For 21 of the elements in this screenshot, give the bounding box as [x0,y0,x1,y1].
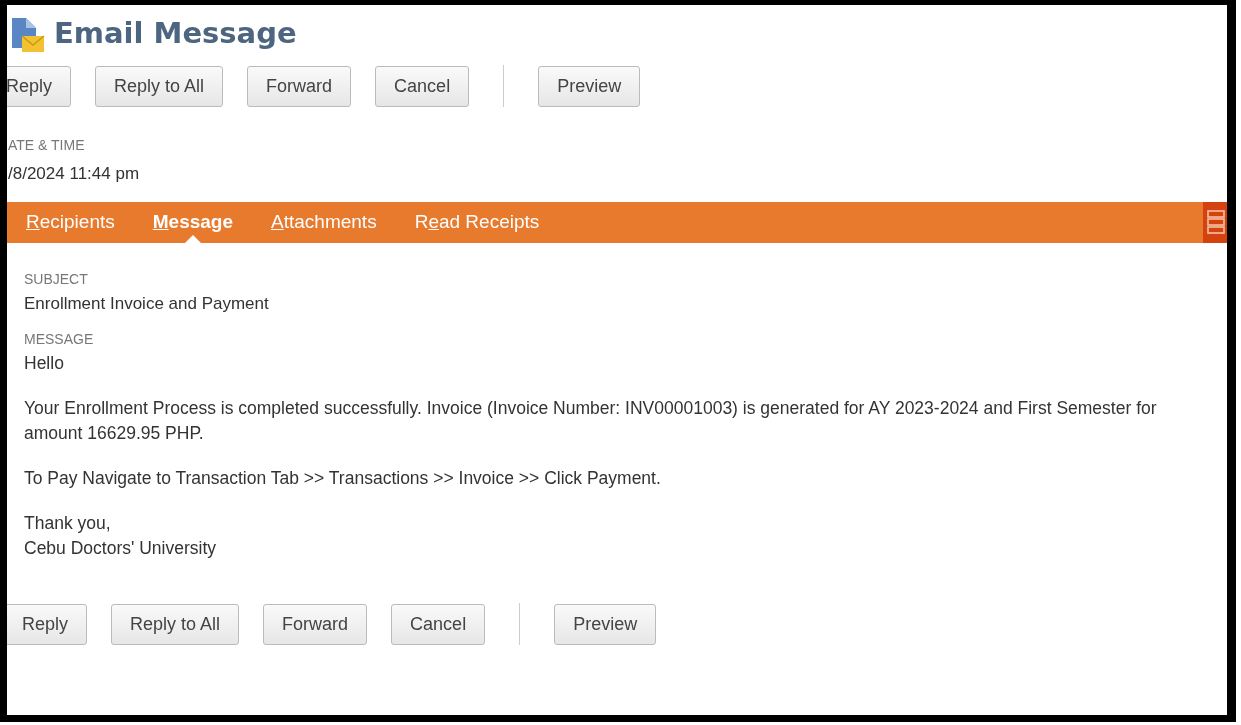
date-time-label: ATE & TIME [8,136,85,155]
message-label: MESSAGE [24,330,94,349]
toolbar-button[interactable]: Forward [263,603,368,645]
message-paragraph: To Pay Navigate to Transaction Tab >> Transactions >> Invoice >> Click Payment. [24,467,662,490]
toolbar-button[interactable]: Cancel [375,65,470,107]
message-paragraph: Your Enrollment Process is completed successfully. Invoice (Invoice Number: INV00001003) is generated for AY 2023-2024 and First Semester for amount 16629.95 PHP. [24,397,1158,445]
date-time-value: /8/2024 11:44 pm [8,163,140,185]
toolbar-button[interactable]: Reply [7,65,72,107]
toolbar-button[interactable]: Preview [554,603,657,645]
subject-label: SUBJECT [24,269,88,289]
toolbar-button[interactable]: Preview [538,65,641,107]
message-paragraph: Hello [24,352,65,375]
subject-value: Enrollment Invoice and Payment [24,292,269,315]
toolbar-button[interactable]: Reply to All [95,65,224,107]
toolbar-button[interactable]: Cancel [391,603,486,645]
window-title: Email Message [54,19,297,48]
message-paragraph: Thank you, Cebu Doctors' University [24,512,217,560]
toolbar-button[interactable]: Reply [7,603,88,645]
toolbar-button[interactable]: Forward [247,65,352,107]
toolbar-button[interactable]: Reply to All [111,603,240,645]
menu-icon[interactable] [1203,201,1227,243]
